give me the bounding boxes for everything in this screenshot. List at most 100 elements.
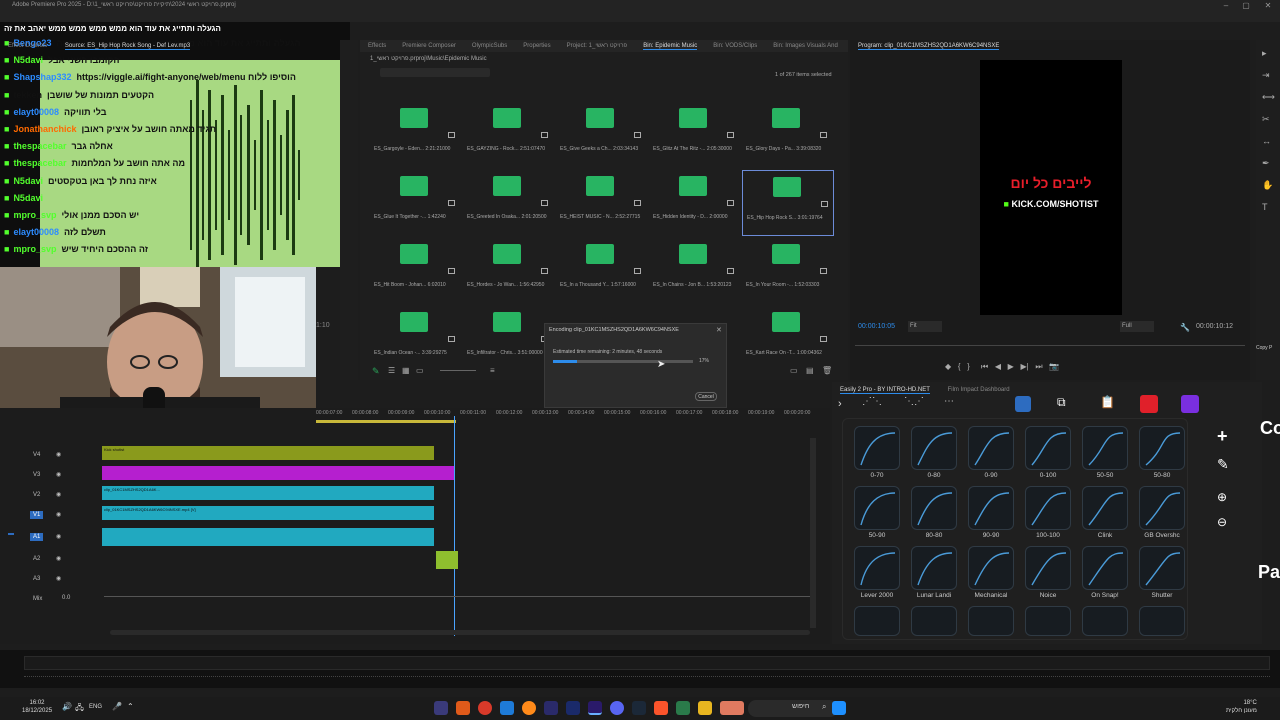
copy-icon[interactable]: ⧉ — [1057, 395, 1066, 410]
bin-item[interactable]: ES_HEIST MUSIC - N... 2:52:27715 — [556, 170, 648, 236]
chrome-icon[interactable] — [478, 701, 492, 715]
timeline-hscroll[interactable] — [110, 630, 810, 635]
hand-tool-icon[interactable]: ✋ — [1262, 180, 1273, 191]
volume-icon[interactable]: 🔊 — [62, 702, 72, 711]
network-icon[interactable]: 🖧 — [75, 702, 84, 716]
clip-a2-audio[interactable] — [436, 551, 458, 569]
paste-icon[interactable]: 📋 — [1100, 395, 1115, 409]
photoshop-icon[interactable] — [544, 701, 558, 715]
program-title[interactable]: Program: clip_01KC1MSZHS2QD1A6KW6C94NSXE — [858, 43, 1000, 50]
project-tab[interactable]: Properties — [523, 43, 550, 49]
selection-tool-icon[interactable]: ▸ — [1262, 48, 1267, 59]
mute-icon[interactable]: ◉ — [56, 555, 61, 562]
project-tab[interactable]: Bin: Epidemic Music — [643, 43, 698, 50]
curve-preset[interactable] — [1025, 606, 1071, 636]
curve-preset[interactable] — [1082, 486, 1128, 530]
bin-item[interactable]: ES_In Your Room -... 1:52:03303 — [742, 238, 834, 304]
new-item-icon[interactable]: ▤ — [806, 366, 814, 375]
bin-item[interactable]: ES_Hip Hop Rock S... 3:01:19764 — [742, 170, 834, 236]
clip-v1[interactable]: clip_01KC1MSZHS2QD1A6KW6C94NSXE.mp4 [V] — [102, 506, 434, 520]
bin-item[interactable]: ES_Give Geeks a Ch... 2:03:34143 — [556, 102, 648, 168]
bin-item[interactable]: ES_Kart Race On -T... 1:00:04362 — [742, 306, 834, 372]
refresh-icon[interactable] — [1015, 396, 1031, 412]
zoom-in-icon[interactable]: ⊕ — [1217, 490, 1227, 504]
bin-item[interactable]: ES_In a Thousand Y... 1:57:16000 — [556, 238, 648, 304]
in-point-icon[interactable]: { — [958, 362, 961, 371]
trash-icon[interactable]: 🗑 — [822, 366, 832, 375]
add-icon[interactable]: + — [1217, 426, 1228, 447]
clip-v2[interactable]: clip_01KC1MSZHS2QD1A6K... — [102, 486, 434, 500]
eye-icon[interactable]: ◉ — [56, 511, 61, 518]
curve-preset[interactable] — [1139, 486, 1185, 530]
project-tab[interactable]: Effects — [368, 43, 386, 49]
tab-effect-controls[interactable]: Effect Controls — [8, 43, 47, 49]
pen-tool-icon[interactable]: ✒ — [1262, 158, 1270, 169]
freeform-view-icon[interactable]: ▭ — [416, 366, 424, 375]
curve-preset[interactable] — [1025, 546, 1071, 590]
pencil-icon[interactable]: ✎ — [372, 366, 380, 377]
curve-preset[interactable] — [1139, 606, 1185, 636]
brave-icon[interactable] — [654, 701, 668, 715]
track-header[interactable]: A2 ◉ — [0, 552, 820, 570]
eye-icon[interactable]: ◉ — [56, 451, 61, 458]
bin-item[interactable]: ES_GAYZING - Rock... 2:51:07470 — [463, 102, 555, 168]
curve-preset[interactable] — [1139, 426, 1185, 470]
tab-source[interactable]: Source: ES_Hip Hop Rock Song - Def Lev.m… — [64, 43, 191, 50]
bin-item[interactable]: ES_Greeted In Osaka... 2:01:20500 — [463, 170, 555, 236]
delete-keyframes-icon[interactable] — [1140, 395, 1158, 413]
curve-preset[interactable] — [968, 426, 1014, 470]
icon-view-icon[interactable]: ▦ — [402, 366, 410, 375]
chevron-up-icon[interactable]: ⌃ — [127, 702, 134, 711]
work-area-bar[interactable] — [316, 420, 456, 423]
mic-icon[interactable]: 🎤 — [112, 702, 122, 711]
discord-icon[interactable] — [610, 701, 624, 715]
program-scrub-bar[interactable] — [855, 340, 1245, 346]
go-to-in-icon[interactable]: ⏮ — [981, 362, 988, 371]
bin-item[interactable]: ES_Hordes - Jo Wan... 1:56:42950 — [463, 238, 555, 304]
tab-easily[interactable]: Easily 2 Pro - BY INTRO-HD.NET — [840, 387, 930, 394]
obs-icon[interactable] — [434, 701, 448, 715]
marker-icon[interactable]: ◆ — [945, 362, 951, 371]
curve-preset[interactable] — [1025, 426, 1071, 470]
curve-preset[interactable] — [968, 486, 1014, 530]
timeline-vscroll[interactable] — [810, 438, 816, 628]
dialog-close-icon[interactable]: ✕ — [716, 326, 722, 334]
bin-item[interactable]: ES_Hit Boom - Johan... 6:02010 — [370, 238, 462, 304]
curve-preset[interactable] — [854, 546, 900, 590]
app-green-icon[interactable] — [676, 701, 690, 715]
curve-preset[interactable] — [1082, 606, 1128, 636]
export-frame-icon[interactable]: 📷 — [1049, 362, 1059, 371]
minimize-button[interactable]: – — [1216, 0, 1236, 12]
language-indicator[interactable]: ENG — [89, 704, 102, 710]
go-to-out-icon[interactable]: ⏭ — [1035, 362, 1042, 371]
step-back-icon[interactable]: ◀ — [995, 362, 1001, 371]
quality-dropdown[interactable]: Full — [1120, 321, 1154, 332]
ease-both-icon[interactable]: ⋯ — [944, 396, 954, 407]
project-tab[interactable]: Project: 1_פרויקט ראשי — [567, 43, 628, 49]
track-header[interactable]: A3 ◉ — [0, 572, 820, 590]
curve-preset[interactable] — [968, 606, 1014, 636]
step-forward-icon[interactable]: ▶| — [1021, 362, 1029, 371]
after-effects-icon[interactable] — [566, 701, 580, 715]
project-tab[interactable]: OlympicSubs — [472, 43, 507, 49]
bin-search-input[interactable] — [380, 68, 490, 77]
play-icon[interactable]: ▶ — [1008, 362, 1014, 371]
ease-in-icon[interactable]: ⋰⋱ — [862, 396, 882, 407]
maximize-button[interactable]: ▢ — [1236, 0, 1256, 12]
edit-icon[interactable]: ✎ — [1217, 456, 1229, 473]
bin-item[interactable]: ES_Indian Ocean -... 3:39:29275 — [370, 306, 462, 372]
curve-preset[interactable] — [1139, 546, 1185, 590]
taskbar-search[interactable]: חיפוש ⌕ — [748, 700, 838, 717]
premiere-icon[interactable] — [588, 701, 602, 715]
curve-preset[interactable] — [911, 546, 957, 590]
close-button[interactable]: ✕ — [1258, 0, 1278, 12]
bin-item[interactable]: ES_Glory Days - Pa... 3:39:08320 — [742, 102, 834, 168]
clock[interactable]: 16:02 18/12/2025 — [22, 699, 52, 715]
curve-preset[interactable] — [1082, 426, 1128, 470]
curve-preset[interactable] — [854, 426, 900, 470]
curve-preset[interactable] — [1025, 486, 1071, 530]
eye-icon[interactable]: ◉ — [56, 491, 61, 498]
tab-film-impact[interactable]: Film Impact Dashboard — [948, 387, 1010, 393]
clip-purple-v3[interactable] — [102, 466, 454, 480]
cancel-button[interactable]: Cancel — [695, 392, 717, 401]
